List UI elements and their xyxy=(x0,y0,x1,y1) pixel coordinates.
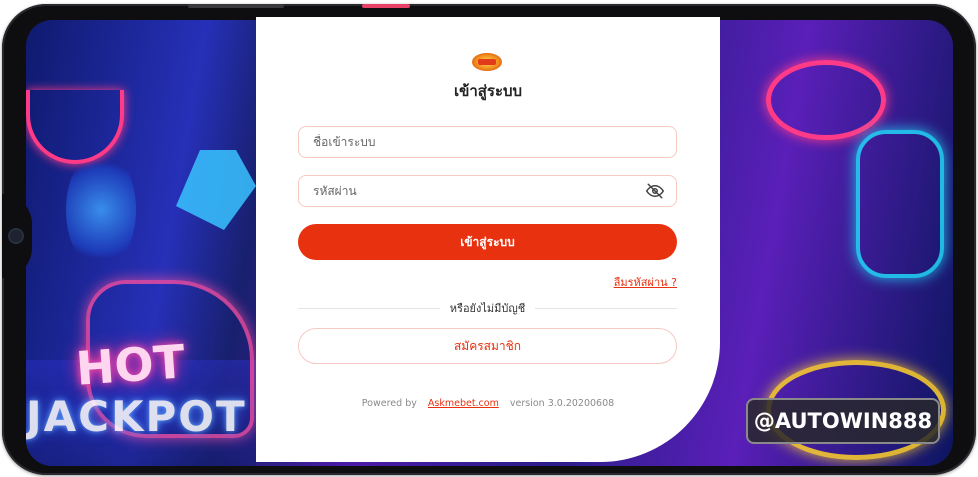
neon-orb xyxy=(66,150,136,270)
watermark-badge: @AUTOWIN888 xyxy=(746,398,940,444)
divider-text: หรือยังไม่มีบัญชี xyxy=(449,302,526,315)
version-text: version 3.0.20200608 xyxy=(509,398,615,409)
or-divider: หรือยังไม่มีบัญชี xyxy=(298,301,677,315)
login-button[interactable]: เข้าสู่ระบบ xyxy=(298,224,677,260)
front-camera xyxy=(8,228,24,244)
password-field[interactable] xyxy=(298,175,677,207)
neon-hot-text: HOT xyxy=(74,334,187,396)
phone-power-button xyxy=(362,4,410,8)
register-button[interactable]: สมัครสมาชิก xyxy=(298,328,677,364)
neon-sign xyxy=(856,130,944,278)
neon-jackpot-text: JACKPOT xyxy=(26,392,247,441)
powered-by-text: Powered by xyxy=(361,398,417,409)
password-input[interactable] xyxy=(311,183,646,199)
login-card: เข้าสู่ระบบ เข้าสู่ระบบ ลืมรหัสผ่าน ? หร… xyxy=(256,17,720,462)
page-title: เข้าสู่ระบบ xyxy=(453,82,523,100)
divider-line-left xyxy=(298,307,440,309)
neon-diamond xyxy=(176,150,256,230)
phone-side-button xyxy=(188,4,284,8)
forgot-password-link[interactable]: ลืมรหัสผ่าน ? xyxy=(614,273,677,291)
neon-cherry xyxy=(766,60,886,140)
brand-logo xyxy=(472,53,502,71)
username-input[interactable] xyxy=(311,134,664,150)
brand-link[interactable]: Askmebet.com xyxy=(428,398,499,409)
username-field[interactable] xyxy=(298,126,677,158)
footer: Powered by Askmebet.com version 3.0.2020… xyxy=(256,398,720,409)
divider-line-right xyxy=(535,307,677,309)
eye-slash-icon[interactable] xyxy=(646,182,664,200)
